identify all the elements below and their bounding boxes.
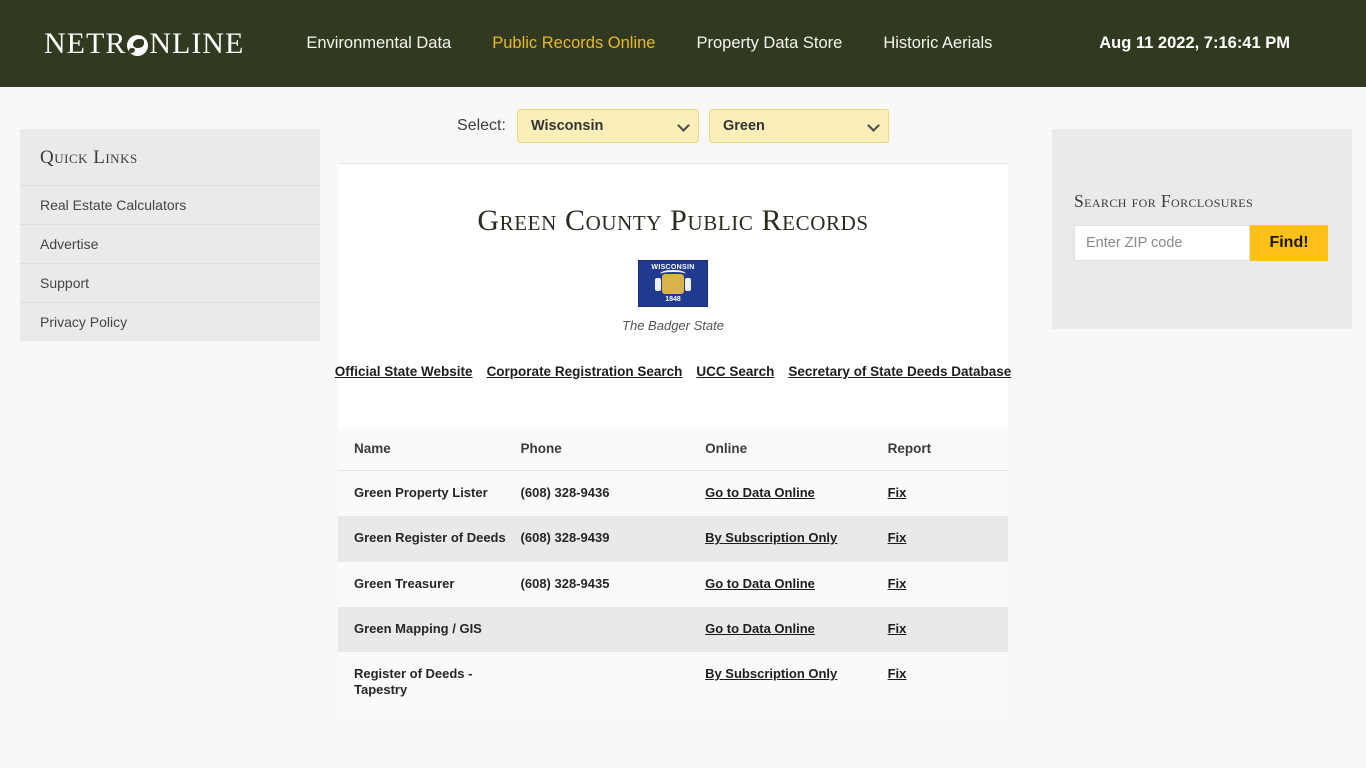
link-corporate-registration-search[interactable]: Corporate Registration Search xyxy=(487,364,683,379)
card-spacer xyxy=(338,379,1008,427)
globe-icon xyxy=(127,35,149,56)
header-timestamp: Aug 11 2022, 7:16:41 PM xyxy=(1099,34,1290,52)
cell-report-link[interactable]: Fix xyxy=(888,576,907,591)
cell-online-link[interactable]: By Subscription Only xyxy=(705,666,837,681)
county-select[interactable]: Green xyxy=(708,109,889,143)
flag-seal-icon xyxy=(655,274,691,294)
cell-phone: (608) 328-9435 xyxy=(520,575,610,591)
nav-item-environmental-data[interactable]: Environmental Data xyxy=(306,34,451,53)
table-header-row: Name Phone Online Report xyxy=(338,427,1008,471)
flag-year: 1848 xyxy=(665,296,681,303)
sidebar-item-support[interactable]: Support xyxy=(20,263,320,302)
logo-text-pre: NETR xyxy=(44,26,127,60)
cell-online-link[interactable]: By Subscription Only xyxy=(705,530,837,545)
foreclosure-search-title: Search for Forclosures xyxy=(1074,191,1254,211)
link-secretary-of-state-deeds-database[interactable]: Secretary of State Deeds Database xyxy=(788,364,1011,379)
table-row: Green Mapping / GIS Go to Data Online Fi… xyxy=(338,606,1008,652)
records-table: Name Phone Online Report Green Property … xyxy=(338,427,1008,714)
table-row: Green Property Lister (608) 328-9436 Go … xyxy=(338,471,1008,517)
nav-item-property-data-store[interactable]: Property Data Store xyxy=(696,34,842,53)
main-content: Select: Wisconsin Green Green County Pub… xyxy=(320,87,1026,714)
select-label: Select: xyxy=(457,117,506,134)
table-row: Register of Deeds - Tapestry By Subscrip… xyxy=(338,652,1008,714)
table-row: Green Treasurer (608) 328-9435 Go to Dat… xyxy=(338,562,1008,607)
left-sidebar: Quick Links Real Estate Calculators Adve… xyxy=(0,87,320,714)
state-select[interactable]: Wisconsin xyxy=(516,109,699,143)
cell-name: Green Mapping / GIS xyxy=(338,606,521,652)
logo-text-post: NLINE xyxy=(149,26,245,60)
column-header-online: Online xyxy=(705,427,888,471)
sidebar-item-advertise[interactable]: Advertise xyxy=(20,224,320,263)
cell-report-link[interactable]: Fix xyxy=(888,530,907,545)
cell-name: Green Register of Deeds xyxy=(338,516,521,562)
selector-row: Select: Wisconsin Green xyxy=(338,87,1008,163)
column-header-phone: Phone xyxy=(520,427,706,471)
cell-phone xyxy=(521,652,706,714)
column-header-name: Name xyxy=(338,427,521,471)
cell-report-link[interactable]: Fix xyxy=(888,621,907,636)
cell-phone xyxy=(520,606,706,652)
link-ucc-search[interactable]: UCC Search xyxy=(696,364,774,379)
state-flag-block: WISCONSIN 1848 The Badger State xyxy=(338,260,1008,333)
nav-item-historic-aerials[interactable]: Historic Aerials xyxy=(883,34,992,53)
main-nav: Environmental Data Public Records Online… xyxy=(306,34,992,53)
cell-report-link[interactable]: Fix xyxy=(888,666,907,681)
cell-online-link[interactable]: Go to Data Online xyxy=(705,485,815,500)
quick-links-panel: Quick Links Real Estate Calculators Adve… xyxy=(20,129,320,341)
cell-name: Green Property Lister xyxy=(354,485,488,500)
flag-caption: The Badger State xyxy=(622,318,724,333)
site-header: NETR NLINE Environmental Data Public Reco… xyxy=(0,0,1366,87)
state-select-wrapper: Wisconsin xyxy=(516,109,699,143)
cell-name: Green Treasurer xyxy=(354,575,455,591)
link-official-state-website[interactable]: Official State Website xyxy=(335,364,473,379)
find-button[interactable]: Find! xyxy=(1250,225,1328,261)
county-select-wrapper: Green xyxy=(708,109,889,143)
cell-online-link[interactable]: Go to Data Online xyxy=(705,621,815,636)
cell-online-link[interactable]: Go to Data Online xyxy=(705,576,815,591)
cell-phone: (608) 328-9439 xyxy=(520,516,706,562)
wisconsin-flag-icon: WISCONSIN 1848 xyxy=(638,260,708,307)
column-header-report: Report xyxy=(887,427,1008,471)
table-head: Name Phone Online Report xyxy=(338,427,1008,471)
page-title: Green County Public Records xyxy=(477,204,869,237)
sidebar-item-privacy-policy[interactable]: Privacy Policy xyxy=(20,302,320,341)
quick-links-title: Quick Links xyxy=(40,147,138,168)
cell-phone: (608) 328-9436 xyxy=(520,485,610,500)
foreclosure-search-row: Find! xyxy=(1074,225,1330,261)
cell-report-link[interactable]: Fix xyxy=(888,485,907,500)
table-body: Green Property Lister (608) 328-9436 Go … xyxy=(338,471,1008,714)
nav-item-public-records-online[interactable]: Public Records Online xyxy=(492,34,655,53)
records-card: Green County Public Records WISCONSIN 18… xyxy=(335,163,1011,427)
table-row: Green Register of Deeds (608) 328-9439 B… xyxy=(338,516,1008,562)
site-logo[interactable]: NETR NLINE xyxy=(44,27,244,61)
state-links-row: Official State Website Corporate Registr… xyxy=(335,333,1011,379)
right-sidebar: Search for Forclosures Find! xyxy=(1026,87,1352,714)
page-body: Quick Links Real Estate Calculators Adve… xyxy=(0,87,1366,714)
cell-name: Register of Deeds - Tapestry xyxy=(354,666,473,698)
sidebar-item-real-estate-calculators[interactable]: Real Estate Calculators xyxy=(20,185,320,224)
zip-input[interactable] xyxy=(1074,225,1250,261)
foreclosure-search-panel: Search for Forclosures Find! xyxy=(1052,129,1352,329)
